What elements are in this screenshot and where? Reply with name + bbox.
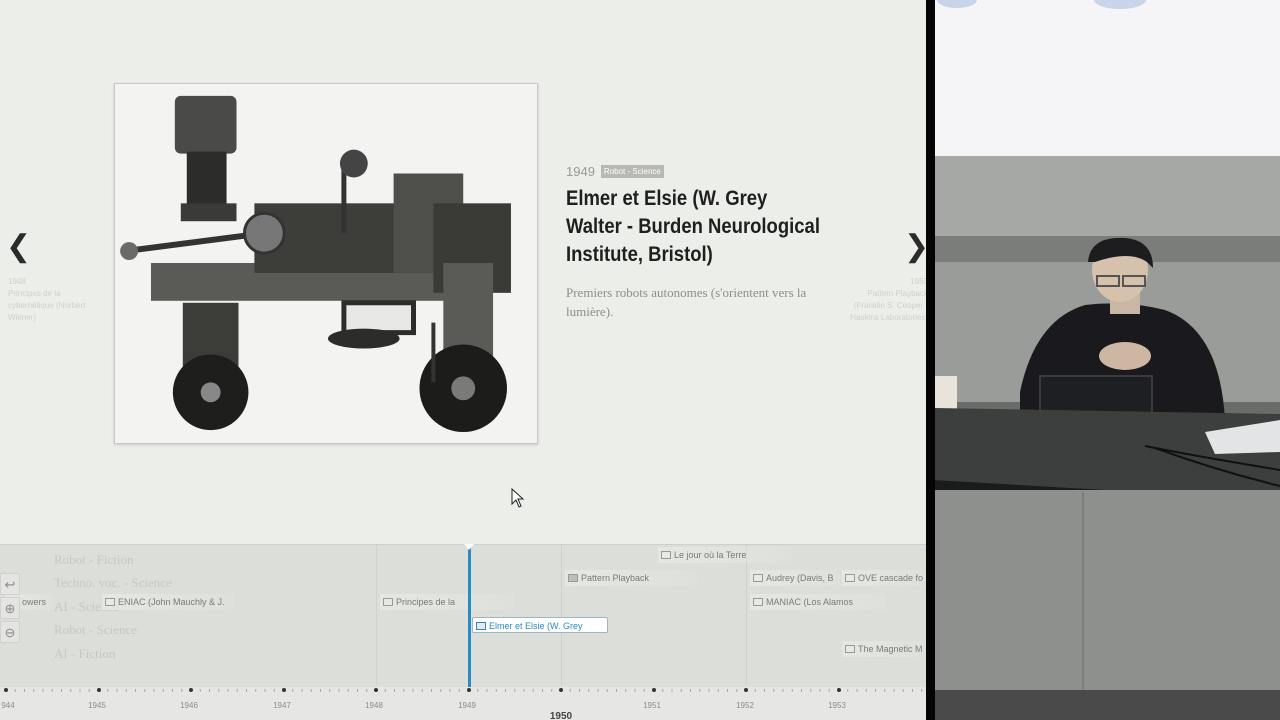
next-event-year: 1950 (910, 277, 926, 286)
timeline-event[interactable]: Pattern Playback (565, 570, 697, 586)
year-tick-dot (652, 688, 656, 692)
previous-event-preview[interactable]: 1948 Principes de la cybernétique (Norbe… (8, 276, 88, 324)
event-label: Principes de la (396, 597, 456, 607)
image-icon (661, 551, 671, 559)
year-gridline (746, 545, 747, 685)
event-label: Audrey (Davis, B (766, 573, 834, 583)
image-icon (845, 574, 855, 582)
next-event-preview[interactable]: 1950 Pattern Playback (Franklin S. Coope… (848, 276, 926, 324)
timeline-event[interactable]: Audrey (Davis, B (750, 570, 840, 586)
image-icon (753, 598, 763, 606)
undo-arrow-icon[interactable]: ↩ (0, 573, 20, 595)
year-tick-dot (374, 688, 378, 692)
speaker-video (935, 0, 1280, 720)
event-label: ENIAC (John Mauchly & J. (118, 597, 225, 607)
major-year-label: 1950 (549, 711, 573, 720)
robot-photo (114, 83, 538, 444)
year-gridline (376, 545, 377, 685)
next-event-text: Pattern Playback (Franklin S. Cooper - H… (850, 289, 926, 322)
chevron-left-icon[interactable]: ❮ (6, 232, 31, 262)
image-icon (845, 645, 855, 653)
timeline-event[interactable]: Principes de la (380, 594, 514, 610)
event-year: 1949 (566, 164, 595, 179)
year-label: 1946 (180, 701, 198, 710)
video-divider (926, 0, 935, 720)
year-tick-dot (837, 688, 841, 692)
square-icon (568, 574, 578, 582)
year-tick-dot (744, 688, 748, 692)
event-label: owers (22, 597, 47, 607)
event-label: Le jour où la Terre (674, 550, 747, 560)
event-label: MANIAC (Los Alamos (766, 597, 854, 607)
ruler-ticks (4, 688, 923, 692)
era-label: Robot - Science (54, 622, 138, 637)
current-date-pointer (464, 544, 474, 550)
event-details: 1949 Robot - Science Elmer et Elsie (W. … (566, 164, 826, 321)
zoom-in-icon[interactable]: ⊕ (0, 597, 20, 619)
event-label: Elmer et Elsie (W. Grey (489, 621, 583, 631)
year-tick-dot (467, 688, 471, 692)
year-label: 1952 (736, 701, 754, 710)
current-date-marker (468, 545, 471, 691)
era-label: Robot - Fiction (54, 552, 134, 567)
year-tick-dot (559, 688, 563, 692)
timeline-toolbar: ↩ ⊕ ⊖ (0, 573, 22, 645)
year-gridline (561, 545, 562, 685)
event-label: The Magnetic M (858, 644, 923, 654)
timeline-event[interactable]: ENIAC (John Mauchly & J. (102, 594, 234, 610)
previous-event-year: 1948 (8, 277, 26, 286)
timeline-event[interactable]: Le jour où la Terre (658, 547, 792, 563)
year-label: 1948 (365, 701, 383, 710)
timeline-navigator[interactable]: Robot - Fiction Techno. voc. - Science A… (0, 544, 926, 720)
year-tick-dot (189, 688, 193, 692)
year-tick-dot (97, 688, 101, 692)
year-label: 1947 (273, 701, 291, 710)
chevron-right-icon[interactable]: ❯ (904, 232, 926, 262)
year-label: 944 (1, 701, 15, 710)
year-tick-dot (282, 688, 286, 692)
previous-event-text: Principes de la cybernétique (Norbert Wi… (8, 289, 86, 322)
year-label: 1949 (458, 701, 476, 710)
event-label: OVE cascade fo (858, 573, 924, 583)
year-label: 1945 (88, 701, 106, 710)
era-label: Techno. voc. - Science (54, 575, 172, 590)
image-icon (476, 622, 486, 630)
timeline-slide: 1949 Robot - Science Elmer et Elsie (W. … (0, 0, 926, 720)
image-icon (753, 574, 763, 582)
timeline-event[interactable]: The Magnetic M (842, 641, 926, 657)
year-tick-dot (4, 688, 8, 692)
event-title: Elmer et Elsie (W. Grey Walter - Burden … (566, 187, 820, 266)
time-ruler[interactable]: 944 1945 1946 1947 1948 1949 1951 1952 1… (0, 687, 926, 720)
mouse-cursor-icon (511, 488, 525, 508)
timeline-event-selected[interactable]: Elmer et Elsie (W. Grey (472, 617, 608, 633)
year-label: 1951 (643, 701, 661, 710)
event-description: Premiers robots autonomes (s'orientent v… (566, 285, 807, 319)
era-label: AI - Fiction (54, 646, 116, 661)
timeline-event[interactable]: MANIAC (Los Alamos (750, 594, 886, 610)
timeline-event[interactable]: OVE cascade fo (842, 570, 926, 586)
year-label: 1953 (828, 701, 846, 710)
zoom-out-icon[interactable]: ⊖ (0, 621, 20, 643)
event-label: Pattern Playback (581, 573, 650, 583)
image-icon (105, 598, 115, 606)
event-tag-badge[interactable]: Robot - Science (600, 165, 664, 178)
image-icon (383, 598, 393, 606)
